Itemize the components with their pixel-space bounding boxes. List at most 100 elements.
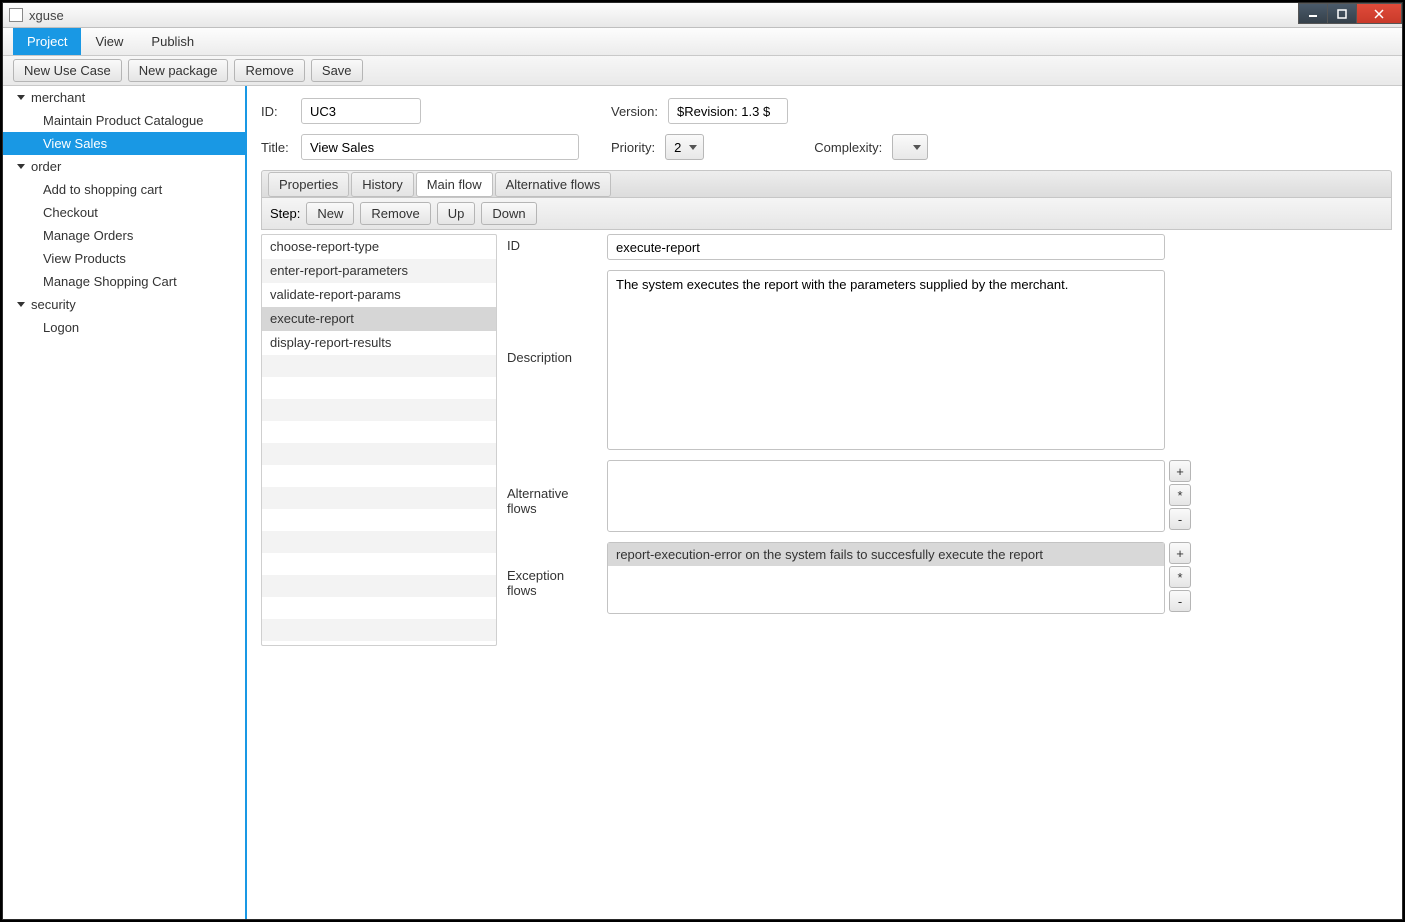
step-item[interactable]: validate-report-params bbox=[262, 283, 496, 307]
exc-flows-buttons: + * - bbox=[1169, 542, 1191, 614]
version-label: Version: bbox=[611, 104, 658, 119]
step-item[interactable]: enter-report-parameters bbox=[262, 259, 496, 283]
app-icon bbox=[9, 8, 23, 22]
step-item[interactable]: choose-report-type bbox=[262, 235, 496, 259]
complexity-select[interactable] bbox=[892, 134, 928, 160]
tree-item[interactable]: Logon bbox=[3, 316, 245, 339]
tab-main-flow[interactable]: Main flow bbox=[416, 172, 493, 197]
detail-alt-label: Alternative flows bbox=[507, 460, 597, 516]
tabs-strip: Properties History Main flow Alternative… bbox=[261, 170, 1392, 198]
menu-publish[interactable]: Publish bbox=[137, 28, 208, 55]
maximize-button[interactable] bbox=[1327, 3, 1357, 24]
window-controls bbox=[1299, 3, 1402, 24]
detail-exc-label: Exception flows bbox=[507, 542, 597, 598]
detail-row-id: ID bbox=[507, 234, 1392, 260]
step-down-button[interactable]: Down bbox=[481, 202, 536, 225]
tab-history[interactable]: History bbox=[351, 172, 413, 197]
step-remove-button[interactable]: Remove bbox=[360, 202, 430, 225]
detail-id-label: ID bbox=[507, 234, 597, 253]
tree-item[interactable]: View Sales bbox=[3, 132, 245, 155]
title-input[interactable] bbox=[301, 134, 579, 160]
detail-row-alt-flows: Alternative flows + * - bbox=[507, 460, 1392, 532]
caret-down-icon bbox=[17, 164, 25, 169]
main-panel: ID: Version: Title: Priority: 2 Complexi… bbox=[247, 86, 1402, 919]
flow-body: choose-report-type enter-report-paramete… bbox=[261, 234, 1392, 646]
exc-flows-listbox[interactable]: report-execution-error on the system fai… bbox=[607, 542, 1165, 614]
steps-list[interactable]: choose-report-type enter-report-paramete… bbox=[261, 234, 497, 646]
step-item[interactable]: execute-report bbox=[262, 307, 496, 331]
tree-item[interactable]: Checkout bbox=[3, 201, 245, 224]
step-new-button[interactable]: New bbox=[306, 202, 354, 225]
detail-desc-label: Description bbox=[507, 270, 597, 365]
step-item-empty bbox=[262, 465, 496, 487]
step-item-empty bbox=[262, 399, 496, 421]
titlebar: xguse bbox=[3, 3, 1402, 28]
step-item-empty bbox=[262, 443, 496, 465]
step-item-empty bbox=[262, 553, 496, 575]
step-details: ID Description Alternative flows + bbox=[507, 234, 1392, 646]
detail-desc-textarea[interactable] bbox=[607, 270, 1165, 450]
step-item-empty bbox=[262, 597, 496, 619]
step-item-empty bbox=[262, 355, 496, 377]
alt-add-button[interactable]: + bbox=[1169, 460, 1191, 482]
tab-alternative-flows[interactable]: Alternative flows bbox=[495, 172, 612, 197]
caret-down-icon bbox=[17, 302, 25, 307]
tree-group-merchant[interactable]: merchant bbox=[3, 86, 245, 109]
step-label: Step: bbox=[270, 206, 300, 221]
step-item-empty bbox=[262, 487, 496, 509]
minimize-button[interactable] bbox=[1298, 3, 1328, 24]
tree-item[interactable]: Manage Shopping Cart bbox=[3, 270, 245, 293]
remove-button[interactable]: Remove bbox=[234, 59, 304, 82]
chevron-down-icon bbox=[913, 145, 921, 150]
alt-flows-listbox[interactable] bbox=[607, 460, 1165, 532]
caret-down-icon bbox=[17, 95, 25, 100]
window-title: xguse bbox=[29, 8, 64, 23]
steps-toolbar: Step: New Remove Up Down bbox=[261, 198, 1392, 230]
step-item-empty bbox=[262, 377, 496, 399]
tree-item[interactable]: View Products bbox=[3, 247, 245, 270]
form-row-title-priority: Title: Priority: 2 Complexity: bbox=[261, 134, 1392, 160]
exc-add-button[interactable]: + bbox=[1169, 542, 1191, 564]
new-package-button[interactable]: New package bbox=[128, 59, 229, 82]
detail-id-input[interactable] bbox=[607, 234, 1165, 260]
exc-star-button[interactable]: * bbox=[1169, 566, 1191, 588]
exc-flow-row[interactable]: report-execution-error on the system fai… bbox=[608, 543, 1164, 566]
detail-row-exc-flows: Exception flows report-execution-error o… bbox=[507, 542, 1392, 614]
close-button[interactable] bbox=[1356, 3, 1402, 24]
step-item-empty bbox=[262, 531, 496, 553]
save-button[interactable]: Save bbox=[311, 59, 363, 82]
sidebar-tree[interactable]: merchant Maintain Product Catalogue View… bbox=[3, 86, 247, 919]
step-up-button[interactable]: Up bbox=[437, 202, 476, 225]
step-item-empty bbox=[262, 619, 496, 641]
exc-remove-button[interactable]: - bbox=[1169, 590, 1191, 612]
tree-item[interactable]: Add to shopping cart bbox=[3, 178, 245, 201]
window-frame: xguse Project View Publish New Use Case … bbox=[2, 2, 1403, 920]
id-label: ID: bbox=[261, 104, 291, 119]
menubar: Project View Publish bbox=[3, 28, 1402, 56]
priority-label: Priority: bbox=[611, 140, 655, 155]
tree-group-security[interactable]: security bbox=[3, 293, 245, 316]
alt-star-button[interactable]: * bbox=[1169, 484, 1191, 506]
step-item-empty bbox=[262, 575, 496, 597]
new-use-case-button[interactable]: New Use Case bbox=[13, 59, 122, 82]
priority-select[interactable]: 2 bbox=[665, 134, 704, 160]
tab-properties[interactable]: Properties bbox=[268, 172, 349, 197]
form-row-id-version: ID: Version: bbox=[261, 98, 1392, 124]
chevron-down-icon bbox=[689, 145, 697, 150]
step-item-empty bbox=[262, 509, 496, 531]
step-item-empty bbox=[262, 421, 496, 443]
alt-flows-buttons: + * - bbox=[1169, 460, 1191, 532]
alt-remove-button[interactable]: - bbox=[1169, 508, 1191, 530]
title-label: Title: bbox=[261, 140, 291, 155]
step-item[interactable]: display-report-results bbox=[262, 331, 496, 355]
version-input[interactable] bbox=[668, 98, 788, 124]
tree-item[interactable]: Manage Orders bbox=[3, 224, 245, 247]
menu-project[interactable]: Project bbox=[13, 28, 81, 55]
id-input[interactable] bbox=[301, 98, 421, 124]
complexity-label: Complexity: bbox=[814, 140, 882, 155]
content-area: merchant Maintain Product Catalogue View… bbox=[3, 86, 1402, 919]
menu-view[interactable]: View bbox=[81, 28, 137, 55]
tree-group-order[interactable]: order bbox=[3, 155, 245, 178]
toolbar: New Use Case New package Remove Save bbox=[3, 56, 1402, 86]
tree-item[interactable]: Maintain Product Catalogue bbox=[3, 109, 245, 132]
